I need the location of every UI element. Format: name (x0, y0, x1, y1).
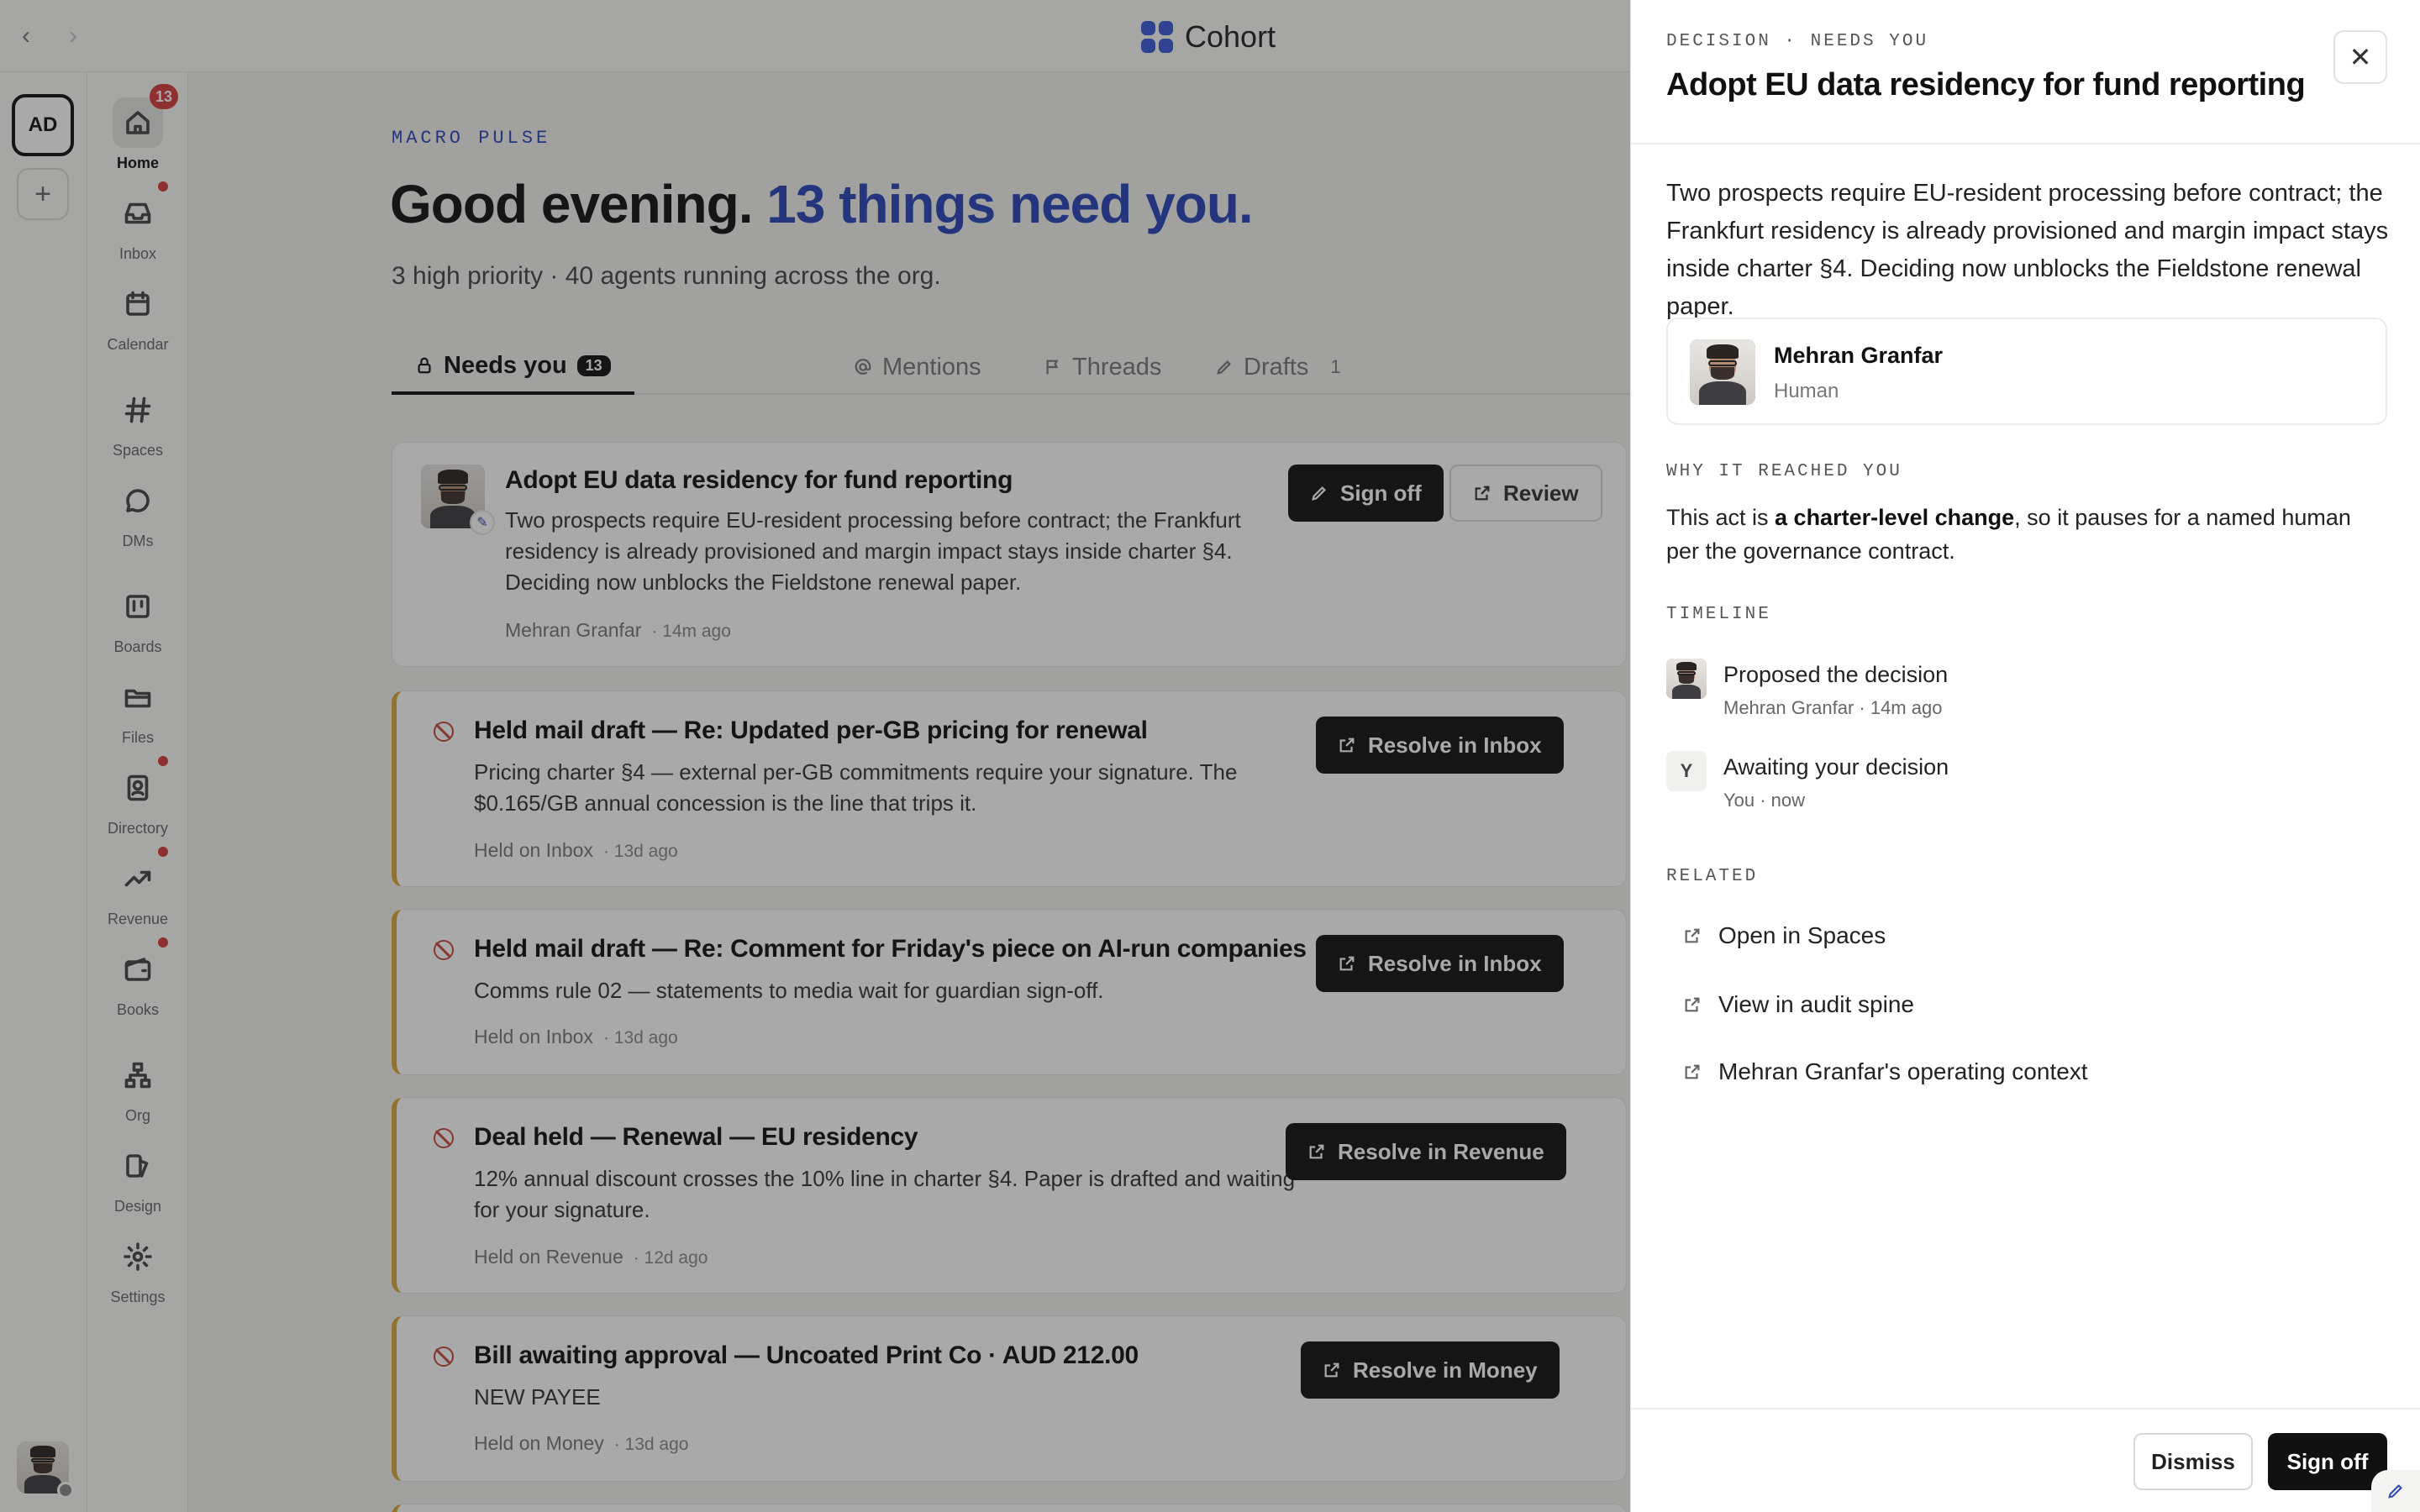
external-link-icon (1685, 1064, 1700, 1079)
related-link-spaces[interactable]: Open in Spaces (1683, 922, 1886, 949)
proposer-avatar (1690, 339, 1755, 405)
related-label: Mehran Granfar's operating context (1718, 1058, 2088, 1084)
timeline-event: Awaiting your decision (1723, 754, 1949, 780)
panel-summary: Two prospects require EU-resident proces… (1666, 180, 2389, 320)
dismiss-button[interactable]: Dismiss (2133, 1433, 2253, 1490)
panel-footer: Dismiss Sign off (1631, 1408, 2420, 1512)
timeline-event: Proposed the decision (1723, 662, 1949, 687)
timeline-meta: Mehran Granfar · 14m ago (1723, 697, 1943, 718)
proposer-name: Mehran Granfar (1774, 343, 1944, 368)
proposer-role: Human (1774, 380, 1839, 402)
close-icon: ✕ (2349, 42, 2372, 72)
why-text-pre: This act is (1666, 505, 1776, 530)
pencil-icon[interactable] (2371, 1470, 2420, 1512)
related-link-context[interactable]: Mehran Granfar's operating context (1683, 1058, 2088, 1085)
panel-eyebrow: DECISION · NEEDS YOU (1666, 32, 1929, 51)
related-label: Open in Spaces (1718, 922, 1886, 948)
related-heading: RELATED (1666, 867, 1759, 886)
sign-off-button[interactable]: Sign off (2268, 1433, 2387, 1490)
close-button[interactable]: ✕ (2333, 30, 2387, 84)
why-text: This act is a charter-level change, so i… (1666, 501, 2389, 568)
divider (1631, 143, 2420, 144)
panel-title: Adopt EU data residency for fund reporti… (1666, 67, 2306, 102)
decision-panel: DECISION · NEEDS YOU Adopt EU data resid… (1630, 0, 2420, 1512)
timeline-avatar (1666, 659, 1707, 699)
why-heading: WHY IT REACHED YOU (1666, 462, 1902, 481)
timeline-avatar-letter: Y (1666, 751, 1707, 791)
external-link-icon (1685, 997, 1700, 1012)
external-link-icon (1685, 928, 1700, 943)
timeline-heading: TIMELINE (1666, 605, 1771, 624)
timeline-meta: You · now (1723, 790, 1806, 811)
modal-backdrop[interactable] (0, 0, 1630, 1512)
proposer-card[interactable]: Mehran Granfar Human (1666, 318, 2387, 425)
why-text-bold: a charter-level change (1775, 505, 2015, 530)
related-link-audit[interactable]: View in audit spine (1683, 991, 1914, 1018)
related-label: View in audit spine (1718, 991, 1914, 1017)
